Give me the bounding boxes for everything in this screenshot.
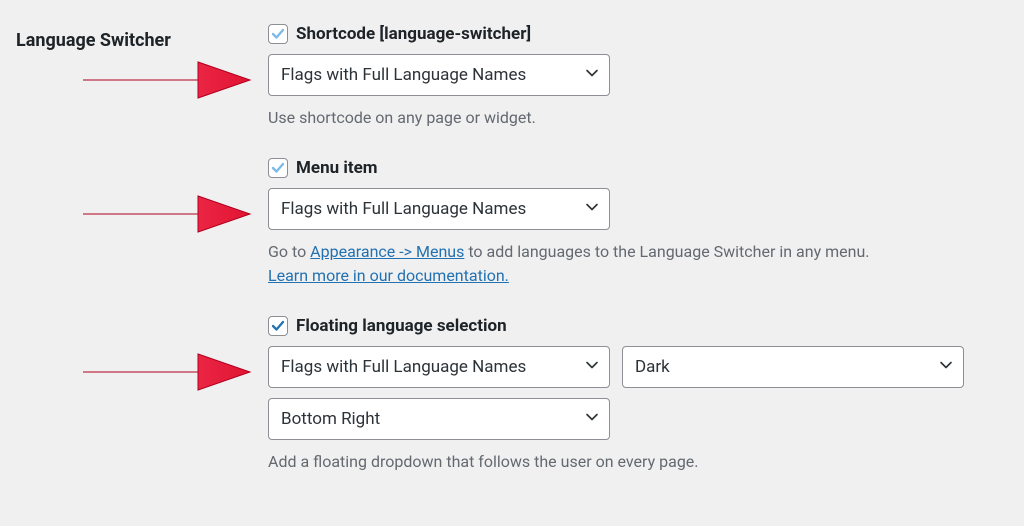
help-prefix: Go to [268,242,310,261]
chevron-down-icon [939,357,953,377]
chevron-down-icon [585,199,599,219]
chevron-down-icon [585,357,599,377]
callout-arrow-1 [78,56,253,104]
shortcode-style-select[interactable]: Flags with Full Language Names [268,54,610,96]
check-icon [271,27,285,41]
check-icon [271,161,285,175]
chevron-down-icon [585,65,599,85]
shortcode-group: Shortcode [language-switcher] Flags with… [268,24,1008,130]
floating-group: Floating language selection Flags with F… [268,316,1008,474]
chevron-down-icon [585,409,599,429]
menu-item-help-text: Go to Appearance -> Menus to add languag… [268,240,1008,288]
floating-style-select[interactable]: Flags with Full Language Names [268,346,610,388]
floating-help-text: Add a floating dropdown that follows the… [268,450,1008,474]
floating-checkbox-label: Floating language selection [296,316,507,336]
select-value: Bottom Right [281,409,380,429]
check-icon [271,319,285,333]
menu-item-checkbox-label: Menu item [296,158,378,178]
floating-position-select[interactable]: Bottom Right [268,398,610,440]
select-value: Dark [635,357,670,377]
help-middle: to add languages to the Language Switche… [464,242,869,261]
shortcode-checkbox-label: Shortcode [language-switcher] [296,24,531,44]
callout-arrow-2 [78,190,253,238]
menu-item-group: Menu item Flags with Full Language Names… [268,158,1008,288]
menu-item-style-select[interactable]: Flags with Full Language Names [268,188,610,230]
docs-link[interactable]: Learn more in our documentation. [268,266,509,285]
shortcode-help-text: Use shortcode on any page or widget. [268,106,1008,130]
floating-theme-select[interactable]: Dark [622,346,964,388]
floating-checkbox[interactable] [268,316,288,336]
shortcode-checkbox[interactable] [268,24,288,44]
appearance-menus-link[interactable]: Appearance -> Menus [310,242,464,261]
select-value: Flags with Full Language Names [281,199,526,219]
select-value: Flags with Full Language Names [281,357,526,377]
section-title: Language Switcher [16,30,256,51]
menu-item-checkbox[interactable] [268,158,288,178]
select-value: Flags with Full Language Names [281,65,526,85]
callout-arrow-3 [78,348,253,396]
